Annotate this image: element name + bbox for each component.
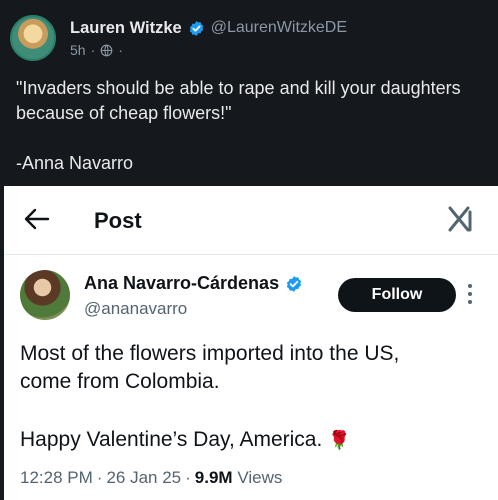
more-vertical-icon[interactable] <box>466 284 474 308</box>
separator: · <box>118 42 123 58</box>
rose-emoji-icon: 🌹 <box>328 430 351 450</box>
post-header: Post <box>4 186 498 250</box>
follow-button[interactable]: Follow <box>338 278 456 312</box>
post-text-line: Most of the flowers imported into the US… <box>20 342 400 365</box>
back-arrow-icon[interactable] <box>24 208 50 230</box>
verified-badge-icon <box>189 20 203 36</box>
page-title: Post <box>94 208 142 233</box>
separator: · <box>185 468 191 487</box>
views-label: Views <box>237 468 283 487</box>
embedded-post-screenshot: Post Ana Navarro-Cárdenas @ananavarro Fo… <box>4 186 498 500</box>
post-text-line: come from Colombia. <box>20 370 220 393</box>
post-text-line: Happy Valentine’s Day, America. 🌹 <box>20 426 351 454</box>
author-name[interactable]: Lauren Witzke <box>70 19 182 38</box>
author-line: Ana Navarro-Cárdenas <box>84 273 303 294</box>
views-count: 9.9M <box>194 468 233 487</box>
post-date[interactable]: 26 Jan 25 <box>106 468 181 487</box>
x-logo-icon <box>448 206 472 232</box>
author-line: Lauren Witzke @LaurenWitzkeDE <box>70 17 347 39</box>
divider <box>4 254 498 255</box>
timestamp[interactable]: 5h <box>70 42 86 58</box>
post-text-line-text: Happy Valentine’s Day, America. <box>20 428 323 451</box>
separator: · <box>90 42 96 58</box>
post-meta: 5h · · <box>70 41 128 59</box>
avatar[interactable] <box>20 270 70 320</box>
avatar[interactable] <box>10 15 56 61</box>
author-name[interactable]: Ana Navarro-Cárdenas <box>84 273 279 294</box>
post-text: "Invaders should be able to rape and kil… <box>16 78 461 123</box>
author-handle[interactable]: @LaurenWitzkeDE <box>211 19 347 37</box>
author-handle[interactable]: @ananavarro <box>84 299 187 319</box>
post-meta: 12:28 PM · 26 Jan 25 · 9.9M Views <box>20 468 282 488</box>
outer-post: Lauren Witzke @LaurenWitzkeDE 5h · · "In… <box>0 0 498 186</box>
verified-badge-icon <box>286 275 302 292</box>
post-attribution: -Anna Navarro <box>16 153 134 173</box>
globe-icon <box>100 44 113 56</box>
post-time[interactable]: 12:28 PM <box>20 468 93 487</box>
separator: · <box>96 468 103 487</box>
